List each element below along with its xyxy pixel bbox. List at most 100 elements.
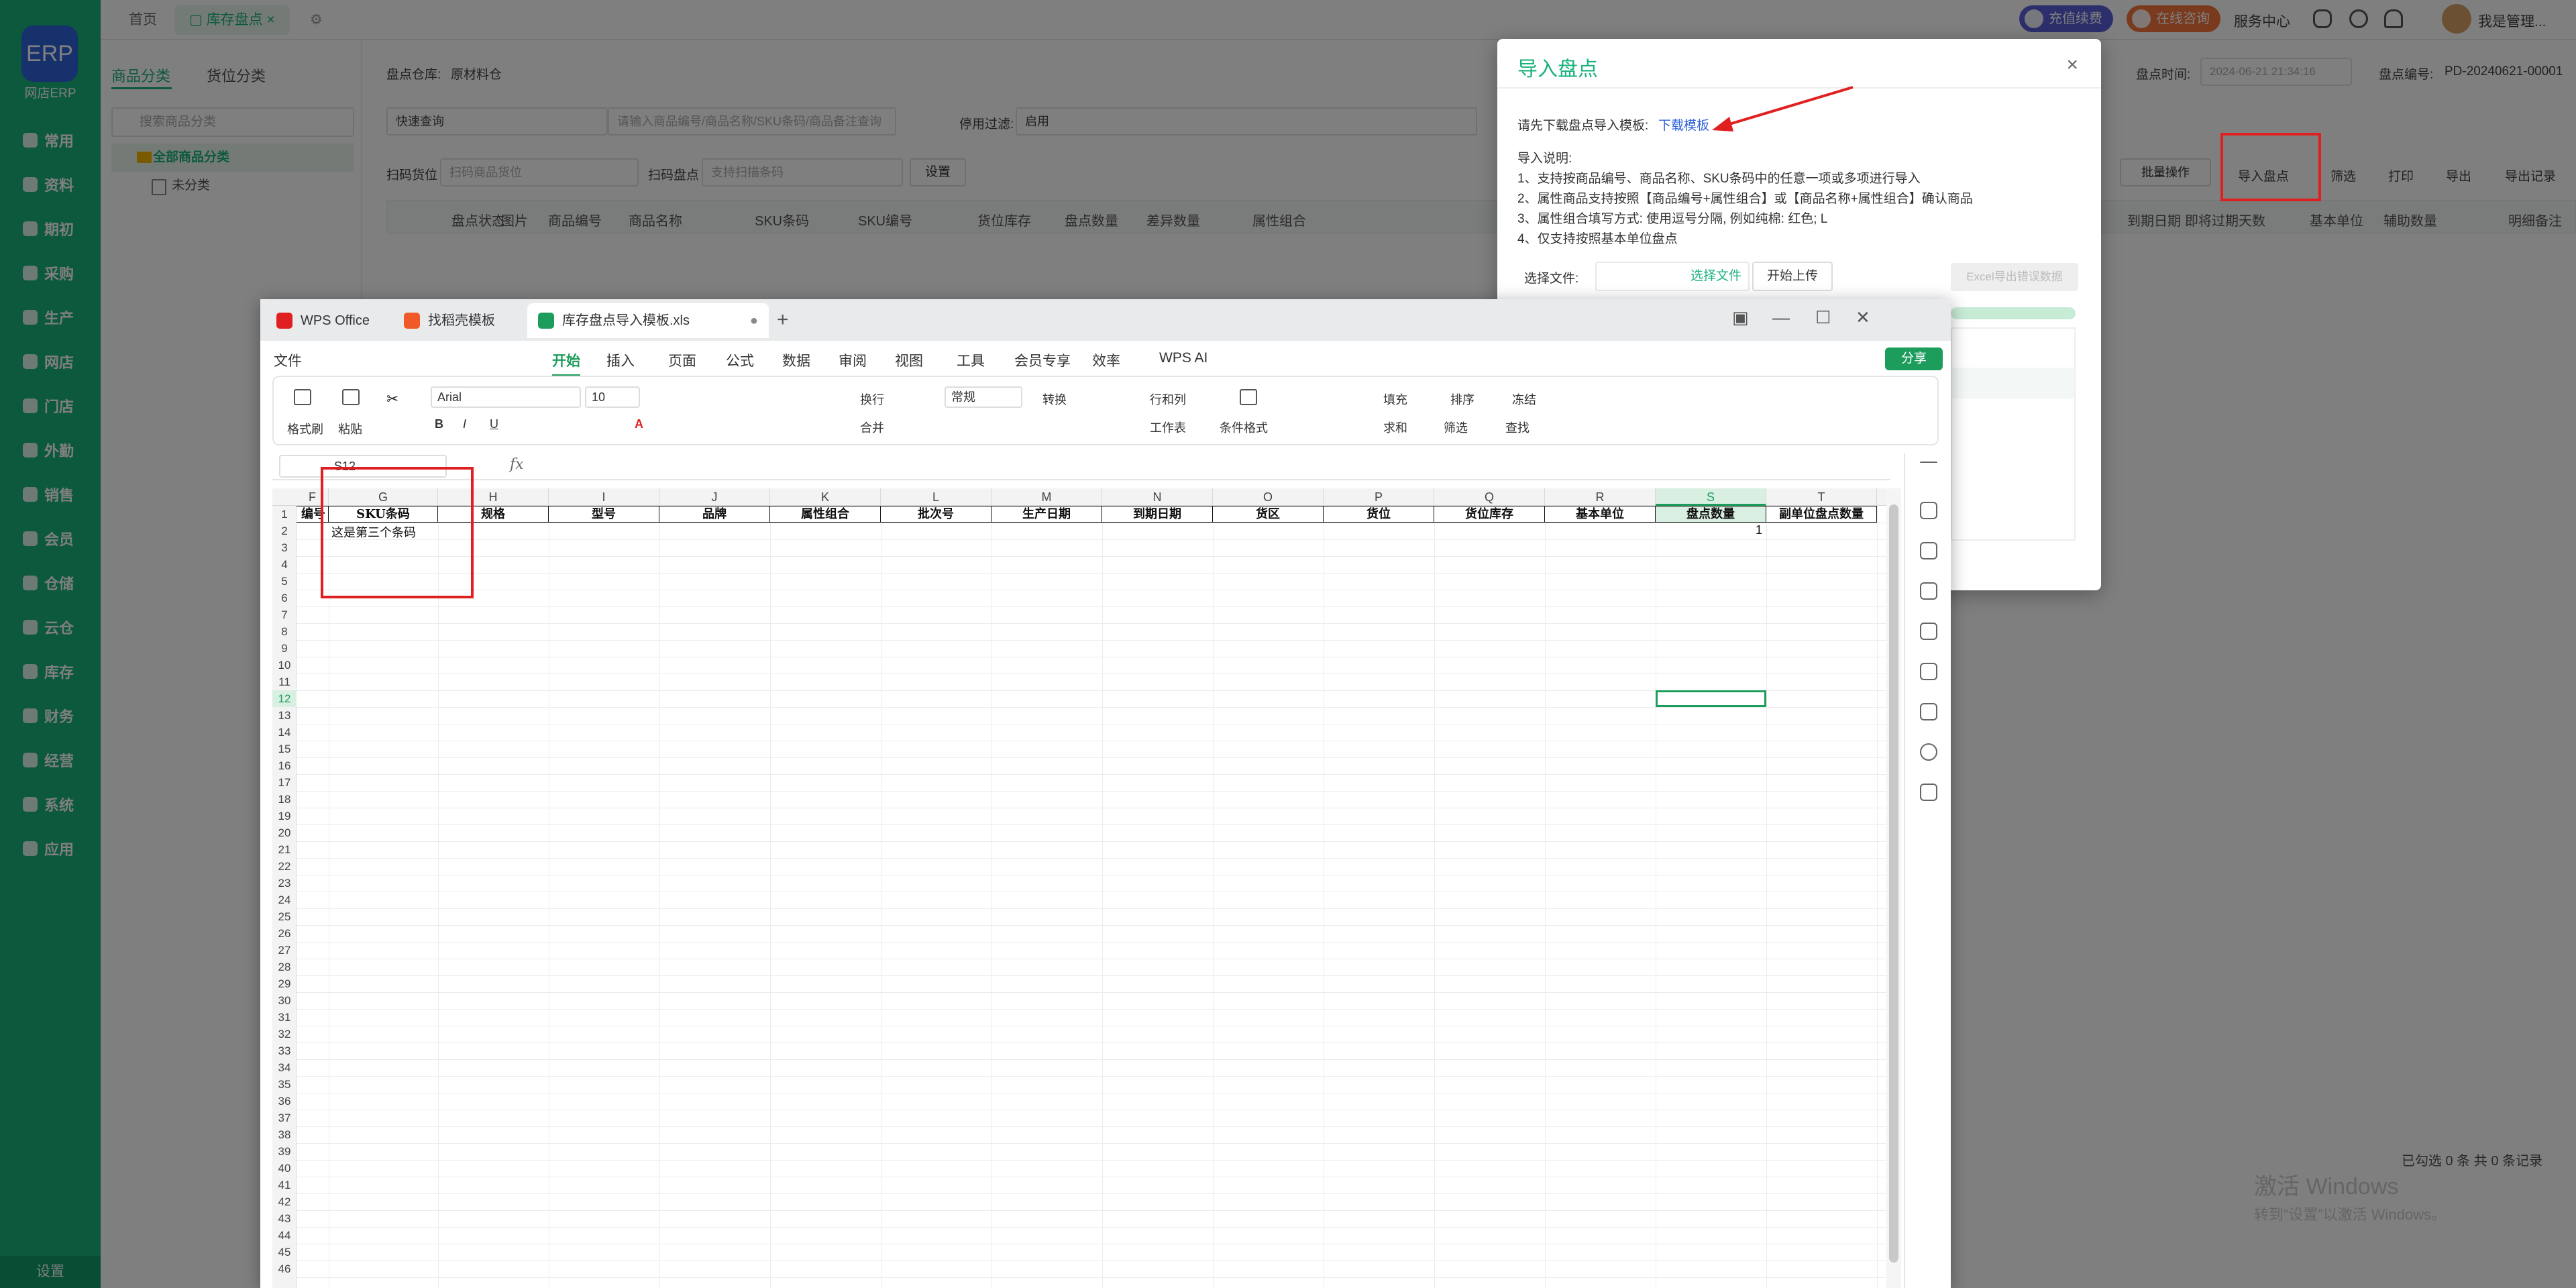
menu-2[interactable]: 插入 [606,350,635,370]
row-header-1[interactable]: 1 [272,506,297,523]
row-header-12[interactable]: 12 [272,690,297,707]
row-header-46[interactable]: 46 [272,1260,297,1277]
fx-icon[interactable]: fx [510,456,524,473]
row-header-20[interactable]: 20 [272,824,297,841]
wps-tab-template[interactable]: 找稻壳模板 [393,303,521,338]
row-header-6[interactable]: 6 [272,590,297,606]
column-header-T[interactable]: T [1766,488,1877,506]
row-header-24[interactable]: 24 [272,892,297,908]
row-header-42[interactable]: 42 [272,1193,297,1210]
row-header-8[interactable]: 8 [272,623,297,640]
select-icon[interactable] [1920,582,1937,600]
wrap-button[interactable]: 换行 [860,390,884,408]
window-layout-icon[interactable]: ▣ [1732,307,1749,328]
row-header-36[interactable]: 36 [272,1093,297,1110]
table-header-cell[interactable]: 副单位盘点数量 [1766,506,1877,523]
table-header-cell[interactable]: 批次号 [881,506,991,523]
row-header-17[interactable]: 17 [272,774,297,791]
menu-1[interactable]: 开始 [552,350,580,376]
row-header-14[interactable]: 14 [272,724,297,741]
menu-7[interactable]: 视图 [895,350,923,370]
row-header-10[interactable]: 10 [272,657,297,674]
vertical-scrollbar[interactable] [1886,488,1901,1288]
row-header-18[interactable]: 18 [272,791,297,808]
merge-button[interactable]: 合并 [860,419,884,436]
italic-icon[interactable]: I [463,417,466,431]
row-header-15[interactable]: 15 [272,741,297,757]
choose-file-button[interactable]: 选择文件 [1595,262,1750,291]
table-header-cell[interactable]: 盘点数量 [1656,506,1766,523]
column-header-O[interactable]: O [1213,488,1324,506]
settings-icon[interactable] [1920,542,1937,559]
menu-11[interactable]: WPS AI [1159,350,1208,366]
column-header-K[interactable]: K [770,488,881,506]
cut-icon[interactable]: ✂ [386,390,398,408]
close-icon[interactable]: × [2066,54,2078,76]
sort-button[interactable]: 排序 [1450,390,1474,408]
menu-10[interactable]: 效率 [1092,350,1120,370]
table-header-cell[interactable]: 到期日期 [1102,506,1213,523]
menu-3[interactable]: 页面 [668,350,696,370]
tab-close-icon[interactable]: ● [750,303,758,338]
column-header-R[interactable]: R [1545,488,1656,506]
table-header-cell[interactable]: 属性组合 [770,506,881,523]
row-header-44[interactable]: 44 [272,1227,297,1244]
cursor-icon[interactable] [1920,502,1937,519]
row-header-9[interactable]: 9 [272,640,297,657]
scrollbar-thumb[interactable] [1889,504,1898,1263]
table-header-cell[interactable]: 生产日期 [991,506,1102,523]
row-header-3[interactable]: 3 [272,539,297,556]
selected-cell[interactable] [1656,690,1766,707]
row-header-16[interactable]: 16 [272,757,297,774]
collapse-icon[interactable] [1920,462,1937,464]
menu-5[interactable]: 数据 [782,350,810,370]
share-button[interactable]: 分享 [1885,347,1943,370]
menu-4[interactable]: 公式 [726,350,754,370]
row-header-23[interactable]: 23 [272,875,297,892]
download-template-link[interactable]: 下载模板 [1658,115,1709,133]
image-icon[interactable] [1920,623,1937,640]
bold-icon[interactable]: B [435,417,443,431]
font-color-icon[interactable]: A [635,417,643,431]
row-header-2[interactable]: 2 [272,523,297,539]
conditional-format-label[interactable]: 条件格式 [1220,419,1268,436]
convert-button[interactable]: 转换 [1042,390,1067,408]
row-header-4[interactable]: 4 [272,556,297,573]
book-icon[interactable] [1920,703,1937,720]
paste-icon[interactable] [342,389,360,405]
close-window-icon[interactable]: ✕ [1856,307,1870,328]
row-header-13[interactable]: 13 [272,707,297,724]
start-upload-button[interactable]: 开始上传 [1752,262,1833,291]
find-button[interactable]: 查找 [1505,419,1529,436]
row-header-40[interactable]: 40 [272,1160,297,1177]
row-header-32[interactable]: 32 [272,1026,297,1042]
font-size-select[interactable]: 10 [585,386,640,408]
column-header-S[interactable]: S [1656,488,1766,506]
column-header-L[interactable]: L [881,488,991,506]
more-icon[interactable] [1920,784,1937,801]
format-painter-icon[interactable] [294,389,311,405]
conditional-format-icon[interactable] [1240,389,1257,405]
row-header-7[interactable]: 7 [272,606,297,623]
number-format-select[interactable]: 常规 [945,386,1022,408]
row-header-34[interactable]: 34 [272,1059,297,1076]
row-header-28[interactable]: 28 [272,959,297,975]
row-header-38[interactable]: 38 [272,1126,297,1143]
row-header-43[interactable]: 43 [272,1210,297,1227]
row-header-35[interactable]: 35 [272,1076,297,1093]
menu-0[interactable]: 文件 [274,350,302,370]
row-header-29[interactable]: 29 [272,975,297,992]
help-icon[interactable] [1920,743,1937,761]
row-header-33[interactable]: 33 [272,1042,297,1059]
tools-icon[interactable] [1920,663,1937,680]
column-header-J[interactable]: J [659,488,770,506]
cell-s2[interactable]: 1 [1756,523,1762,537]
column-header-Q[interactable]: Q [1434,488,1545,506]
row-header-25[interactable]: 25 [272,908,297,925]
column-header-P[interactable]: P [1324,488,1434,506]
row-header-19[interactable]: 19 [272,808,297,824]
table-header-cell[interactable]: 型号 [549,506,659,523]
underline-icon[interactable]: U [490,417,498,431]
export-error-button[interactable]: Excel导出错误数据 [1951,263,2078,291]
minimize-icon[interactable]: — [1772,307,1790,328]
